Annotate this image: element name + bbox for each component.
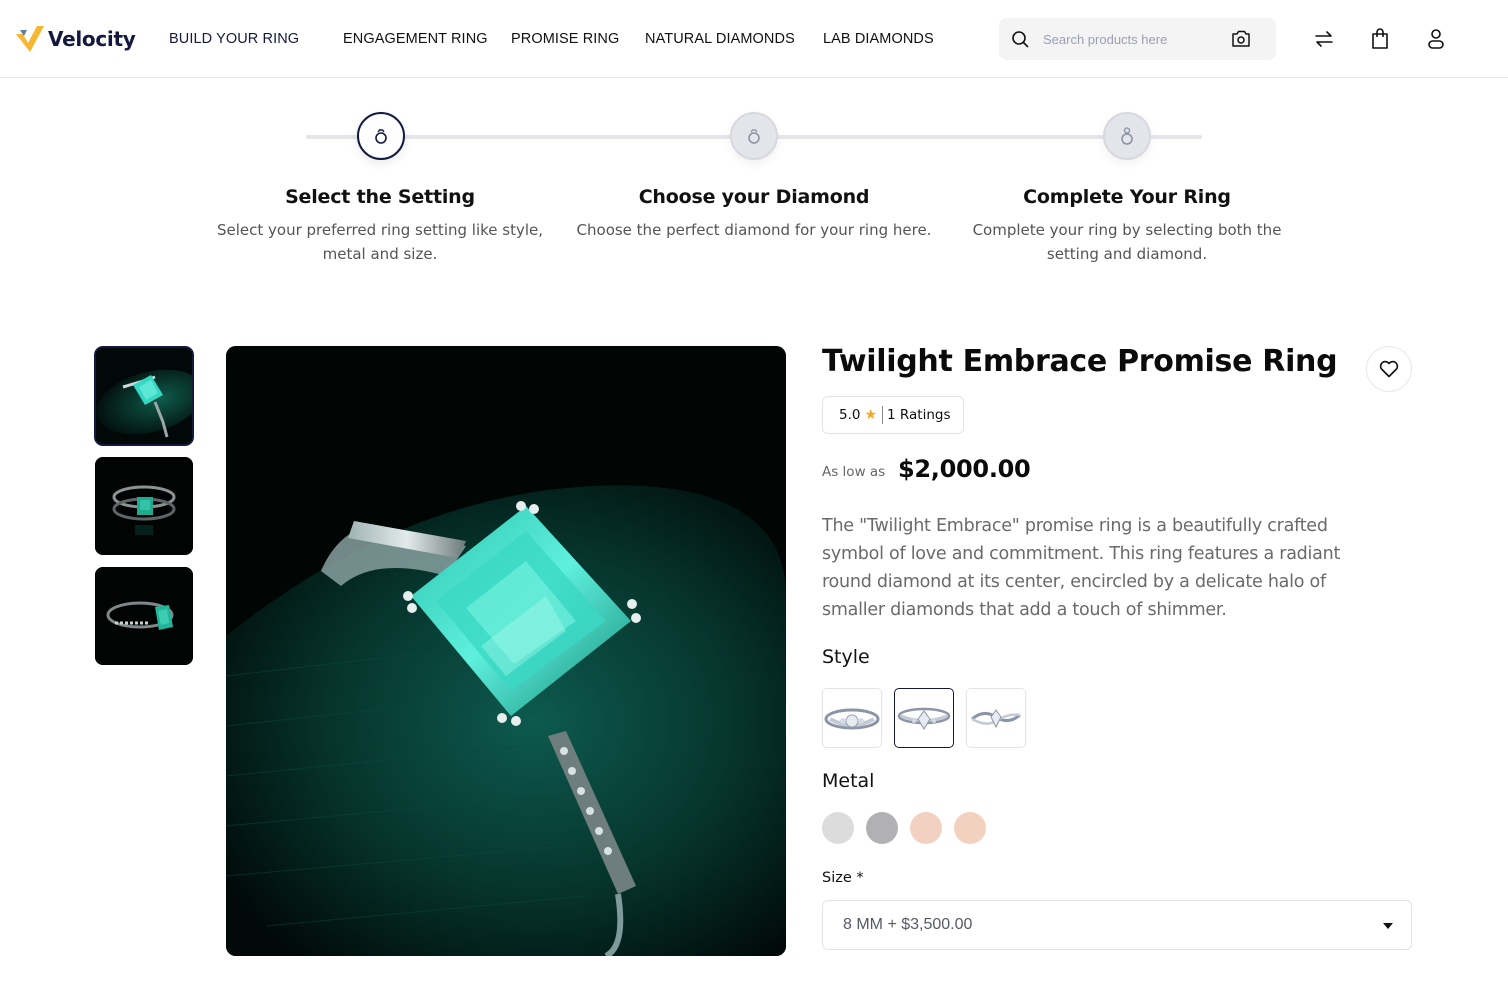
step-2-title: Choose your Diamond [638, 186, 870, 208]
size-selected-value: 8 MM + $3,500.00 [843, 916, 973, 933]
logo-mark-icon [16, 26, 44, 52]
wishlist-button[interactable] [1366, 346, 1412, 392]
thumbnail-image [95, 347, 193, 445]
step-3-title: Complete Your Ring [1023, 186, 1231, 208]
metal-swatch-rose-gold-2[interactable] [954, 812, 986, 844]
product-title: Twilight Embrace Promise Ring [822, 344, 1338, 379]
size-label: Size * [822, 870, 864, 886]
style-option-2[interactable] [894, 688, 954, 748]
nav-promise-ring[interactable]: PROMISE RING [511, 31, 619, 47]
search-input[interactable] [1043, 29, 1218, 49]
step-1-select-setting[interactable] [357, 112, 405, 160]
nav-natural-diamonds[interactable]: NATURAL DIAMONDS [645, 31, 795, 47]
nav-engagement-ring[interactable]: ENGAGEMENT RING [343, 31, 488, 47]
price-prefix: As low as [822, 464, 886, 480]
caret-down-icon [1383, 923, 1393, 929]
rating-value: 5.0 [839, 407, 861, 423]
product-price: $2,000.00 [898, 455, 1031, 483]
step-2-choose-diamond[interactable] [730, 112, 778, 160]
thumbnail-2[interactable] [95, 457, 193, 555]
ring-style-image [971, 709, 1021, 729]
complete-ring-icon [1121, 127, 1133, 145]
step-1-description: Select your preferred ring setting like … [216, 221, 543, 263]
thumbnail-image [95, 567, 193, 665]
rating-divider [882, 406, 884, 424]
step-2-description: Choose the perfect diamond for your ring… [576, 221, 932, 239]
thumbnail-1[interactable] [94, 346, 194, 446]
search-icon[interactable] [1011, 30, 1029, 48]
main-product-image[interactable] [226, 346, 786, 956]
logo[interactable]: Velocity [16, 26, 136, 52]
product-description: The "Twilight Embrace" promise ring is a… [822, 516, 1341, 620]
nav-build-your-ring[interactable]: BUILD YOUR RING [169, 31, 299, 47]
metal-swatch-white-gold[interactable] [822, 812, 854, 844]
step-1-title: Select the Setting [285, 186, 475, 208]
step-3-complete-ring[interactable] [1103, 112, 1151, 160]
style-option-1[interactable] [822, 688, 882, 748]
rating-badge[interactable]: 5.0 ★ 1 Ratings [822, 396, 964, 434]
product-photo [226, 346, 786, 956]
user-icon[interactable] [1426, 28, 1446, 50]
metal-label: Metal [822, 770, 875, 792]
metal-swatch-rose-gold[interactable] [910, 812, 942, 844]
thumbnail-image [95, 457, 193, 555]
metal-swatch-platinum[interactable] [866, 812, 898, 844]
style-label: Style [822, 646, 870, 668]
ratings-count: 1 Ratings [887, 407, 951, 423]
style-option-3[interactable] [966, 688, 1026, 748]
ring-style-image [897, 707, 951, 730]
camera-icon[interactable] [1231, 29, 1251, 48]
thumbnail-3[interactable] [95, 567, 193, 665]
brand-name: Velocity [48, 27, 136, 51]
heart-icon [1379, 360, 1399, 378]
nav-lab-diamonds[interactable]: LAB DIAMONDS [823, 31, 934, 47]
site-header: Velocity BUILD YOUR RING ENGAGEMENT RING… [0, 0, 1508, 78]
ring-style-image [824, 708, 880, 730]
diamond-ring-icon [748, 129, 760, 144]
size-dropdown[interactable]: 8 MM + $3,500.00 [822, 900, 1412, 950]
compare-icon[interactable] [1313, 28, 1335, 50]
step-3-description: Complete your ring by selecting both the… [972, 221, 1282, 263]
shopping-bag-icon[interactable] [1370, 28, 1390, 50]
star-icon: ★ [864, 407, 878, 423]
ring-icon [375, 129, 387, 144]
search-bar [999, 18, 1276, 60]
